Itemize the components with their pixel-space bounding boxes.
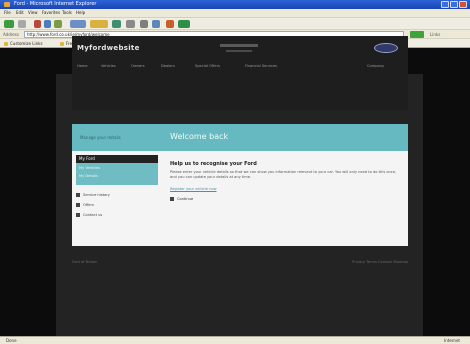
sidebar-link-label: Offers [83,203,94,207]
sidebar-link-service[interactable]: Service history [76,193,158,197]
footer-links[interactable]: Privacy Terms Contact Sitemap [352,260,408,264]
links-label[interactable]: Links [430,32,440,37]
footer-left: Ford of Britain [72,260,98,264]
main-content: Help us to recognise your Ford Please en… [170,161,402,201]
sidebar-link-contact[interactable]: Contact us [76,213,158,217]
menu-view[interactable]: View [28,10,38,15]
nav-company[interactable]: Company [367,64,384,68]
mail-icon[interactable] [126,20,135,28]
welcome-heading: Welcome back [170,132,229,141]
content-area: My Ford My Vehicles My Details Service h… [72,151,408,246]
title-bar: Ford - Microsoft Internet Explorer [0,0,470,9]
menu-file[interactable]: File [4,10,11,15]
continue-label: Continue [177,197,194,201]
back-icon[interactable] [4,20,14,28]
nav-home[interactable]: Home [77,64,88,68]
menu-bar: File Edit View Favorites Tools Help [0,9,470,17]
continue-button[interactable]: Continue [170,197,402,201]
toolbar [0,17,470,29]
site-header: Myfordwebsite Home Vehicles Owners Deale… [72,36,408,110]
zone-indicator: Internet [444,338,460,343]
nav-owners[interactable]: Owners [131,64,145,68]
refresh-icon[interactable] [44,20,51,28]
messenger-icon[interactable] [166,20,174,28]
ie-icon [4,2,10,7]
ford-oval-icon[interactable] [374,43,398,53]
site-footer: Ford of Britain Privacy Terms Contact Si… [72,260,408,266]
extra-icon[interactable] [178,20,190,28]
search-icon[interactable] [70,20,86,28]
history-icon[interactable] [112,20,121,28]
sidebar-link-label: Service history [83,193,110,197]
sidebar-item-vehicles[interactable]: My Vehicles [79,166,155,170]
forward-icon[interactable] [18,20,26,28]
stop-icon[interactable] [34,20,41,28]
link-customize[interactable]: Customize Links [4,41,43,47]
sidebar-link-label: Contact us [83,213,103,217]
bullet-icon [76,203,80,207]
arrow-icon [170,197,174,201]
browser-window: Ford - Microsoft Internet Explorer File … [0,0,470,344]
sidebar-links: Service history Offers Contact us [76,193,158,217]
nav-dealers[interactable]: Dealers [161,64,175,68]
register-link[interactable]: Register your vehicle now [170,187,402,191]
header-subline [226,50,252,52]
menu-help[interactable]: Help [76,10,85,15]
minimize-button[interactable] [441,1,449,8]
site-nav: Home Vehicles Owners Dealers Special Off… [77,64,403,72]
sidebar-panel: My Vehicles My Details [76,163,158,185]
sidebar-item-details[interactable]: My Details [79,174,155,178]
main-heading: Help us to recognise your Ford [170,161,257,167]
print-icon[interactable] [140,20,148,28]
status-bar: Done Internet [0,336,470,344]
header-tagline [220,44,258,47]
nav-vehicles[interactable]: Vehicles [101,64,116,68]
go-button[interactable] [410,31,424,38]
window-title: Ford - Microsoft Internet Explorer [14,1,97,7]
nav-finance[interactable]: Financial Services [245,64,277,68]
close-button[interactable] [459,1,467,8]
sidebar: My Ford My Vehicles My Details Service h… [76,155,158,223]
status-text: Done [6,338,17,343]
banner-subtitle[interactable]: Manage your details [80,135,121,140]
maximize-button[interactable] [450,1,458,8]
menu-edit[interactable]: Edit [16,10,24,15]
menu-favorites[interactable]: Favorites [42,10,60,15]
bullet-icon [76,213,80,217]
edit-icon[interactable] [152,20,160,28]
sidebar-heading: My Ford [76,155,158,163]
home-icon[interactable] [54,20,62,28]
sidebar-link-offers[interactable]: Offers [76,203,158,207]
main-paragraph: Please enter your vehicle details so tha… [170,170,397,179]
welcome-banner: Manage your details Welcome back [72,124,408,151]
site-logo[interactable]: Myfordwebsite [77,44,140,52]
menu-tools[interactable]: Tools [62,10,72,15]
address-label: Address [3,32,19,37]
bullet-icon [76,193,80,197]
favorites-icon[interactable] [90,20,108,28]
nav-offers[interactable]: Special Offers [195,64,220,68]
